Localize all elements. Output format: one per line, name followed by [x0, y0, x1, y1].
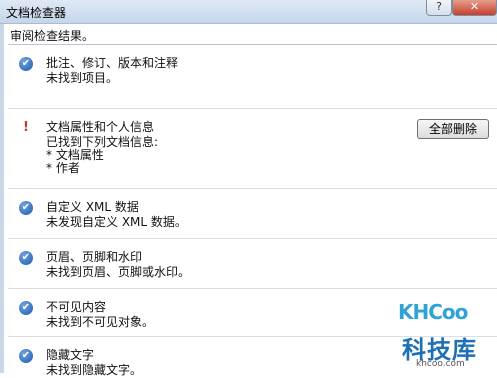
check-icon: ✔	[19, 201, 33, 215]
section-comments: ✔ 批注、修订、版本和注释 未找到项目。	[8, 45, 497, 109]
warning-icon: !	[23, 120, 29, 135]
remove-all-button[interactable]: 全部删除	[417, 119, 489, 139]
results-header: 审阅检查结果。	[10, 29, 95, 43]
section-document-properties: ! 文档属性和个人信息 已找到下列文档信息: * 文档属性 * 作者 全部删除	[8, 109, 497, 189]
watermark-url: khcoo.com	[416, 359, 465, 369]
close-icon: ✕	[469, 0, 480, 13]
close-button[interactable]: ✕	[452, 0, 497, 16]
check-icon: ✔	[19, 301, 33, 315]
section-result: 未找到页眉、页脚或水印。	[46, 265, 191, 279]
title-bar: 文档检查器 ? ✕	[0, 0, 497, 24]
window-title: 文档检查器	[6, 6, 67, 20]
watermark-logo: KHCoo 科技库 khcoo.com	[398, 300, 488, 370]
section-result-item: * 作者	[46, 161, 80, 175]
help-icon: ?	[436, 0, 442, 13]
help-button[interactable]: ?	[426, 0, 452, 16]
check-icon: ✔	[19, 57, 33, 71]
section-result: 未找到隐藏文字。	[46, 363, 143, 377]
watermark-brand: KHCoo	[398, 300, 468, 324]
section-result: 未找到项目。	[46, 71, 119, 85]
section-result: 未找到不可见对象。	[46, 315, 155, 329]
check-icon: ✔	[19, 251, 33, 265]
section-custom-xml: ✔ 自定义 XML 数据 未发现自定义 XML 数据。	[8, 189, 497, 239]
check-icon: ✔	[19, 349, 33, 363]
section-result: 未发现自定义 XML 数据。	[46, 215, 187, 229]
section-headers-footers: ✔ 页眉、页脚和水印 未找到页眉、页脚或水印。	[8, 239, 497, 289]
